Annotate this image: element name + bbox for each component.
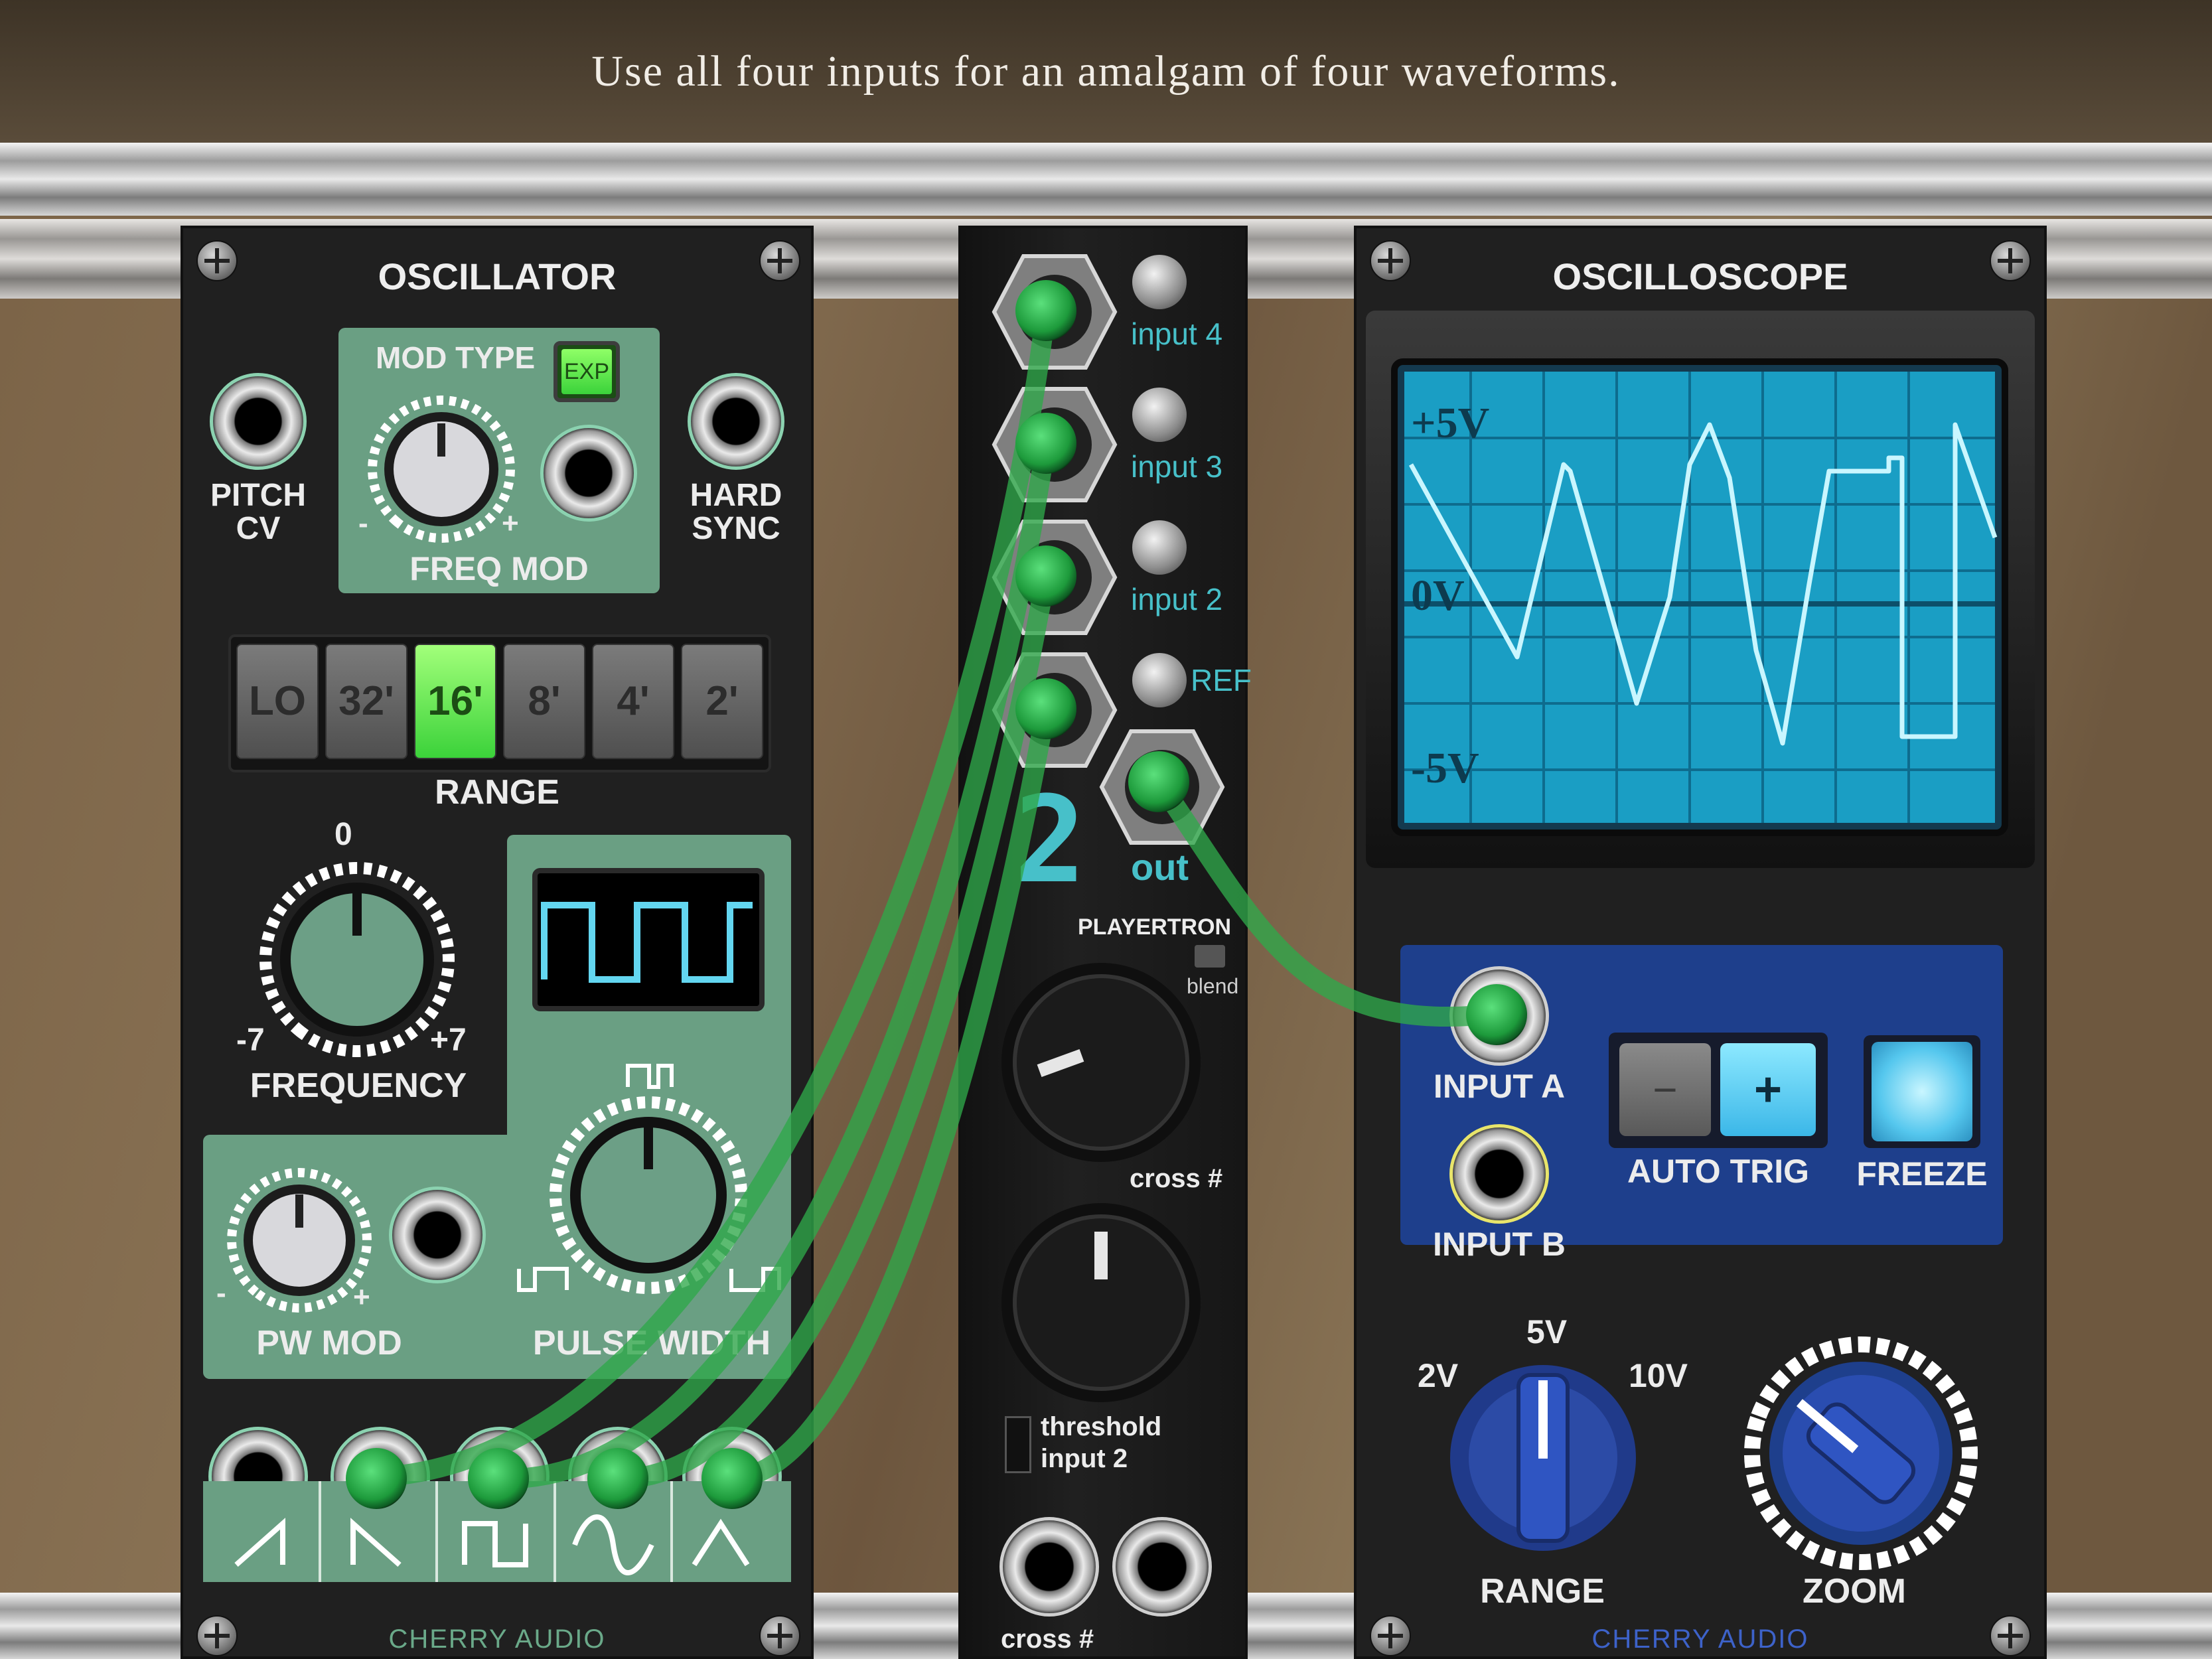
freeze-label: FREEZE [1856, 1155, 1988, 1192]
playertron-module: input 4 input 3 input 2 REF out 2 PLAYER… [958, 226, 1252, 1659]
zoom-knob[interactable] [1741, 1334, 1980, 1573]
module-title: OSCILLOSCOPE [1552, 255, 1848, 297]
input-3-label: input 3 [1131, 449, 1223, 484]
frequency-label: FREQUENCY [250, 1066, 467, 1105]
pitch-cv-jack[interactable] [210, 373, 307, 470]
cable-plug[interactable] [1128, 751, 1189, 812]
threshold-switch[interactable] [1005, 1416, 1031, 1473]
scope-label-minus5v: -5V [1411, 744, 1479, 792]
freq-mod-plus: + [502, 507, 519, 540]
input-4-label: input 4 [1131, 317, 1223, 351]
brand-label: CHERRY AUDIO [388, 1624, 606, 1654]
oscillator-module: OSCILLATOR PITCH CV MOD TYPE EXP - + FREQ… [181, 226, 814, 1659]
waveform-display [532, 868, 765, 1011]
scope-screen: +5V 0V -5V [1391, 358, 2008, 836]
mod-type-label: MOD TYPE [376, 340, 536, 375]
range-tick-2v: 2V [1418, 1357, 1459, 1394]
input-3-trim-knob[interactable] [1132, 388, 1187, 442]
input-b-jack[interactable] [1449, 1124, 1549, 1224]
out-label: out [1131, 846, 1189, 888]
pw-mod-plus: + [353, 1281, 370, 1313]
wide-pulse-left-icon [517, 1267, 569, 1292]
digit-display: 2 [1014, 771, 1086, 910]
caption-text: Use all four inputs for an amalgam of fo… [591, 47, 1621, 96]
cable-plug[interactable] [1015, 678, 1076, 739]
freq-mod-jack[interactable] [540, 425, 637, 522]
frequency-zero-label: 0 [334, 817, 352, 852]
hard-sync-jack[interactable] [688, 373, 784, 470]
threshold-label: threshold input 2 [1041, 1412, 1162, 1473]
input-2-label: input 2 [1131, 582, 1223, 616]
input-4-trim-knob[interactable] [1132, 255, 1187, 309]
playertron-brand: PLAYERTRON [1078, 914, 1232, 940]
input-2-trim-knob[interactable] [1132, 520, 1187, 575]
pulse-width-label: PULSE WIDTH [532, 1324, 771, 1362]
pw-mod-minus: - [216, 1277, 226, 1309]
range-2-button[interactable]: 2' [681, 644, 763, 759]
bottom-cross-label: cross # [1001, 1624, 1094, 1654]
cross-jack-left[interactable] [999, 1517, 1099, 1617]
cross-label: cross # [1130, 1164, 1223, 1193]
freeze-button[interactable] [1872, 1042, 1972, 1141]
input-a-label: INPUT A [1433, 1068, 1566, 1105]
cable-plug[interactable] [468, 1448, 529, 1509]
cable-plug[interactable] [587, 1448, 648, 1509]
range-4-button[interactable]: 4' [592, 644, 674, 759]
trigger-plus-button[interactable]: + [1720, 1043, 1816, 1136]
ref-label: REF [1191, 663, 1252, 697]
cable-plug[interactable] [1015, 280, 1076, 341]
freq-mod-minus: - [358, 507, 368, 540]
auto-trig-label: AUTO TRIG [1627, 1153, 1810, 1190]
brand-label: CHERRY AUDIO [1591, 1624, 1809, 1654]
range-label: RANGE [1480, 1572, 1605, 1611]
ref-trim-knob[interactable] [1132, 653, 1187, 707]
hard-sync-label: HARD SYNC [690, 478, 782, 546]
pitch-cv-label: PITCH CV [210, 478, 306, 546]
cable-plug[interactable] [701, 1448, 763, 1509]
input-b-label: INPUT B [1433, 1226, 1566, 1263]
frequency-knob[interactable] [258, 860, 457, 1059]
cross-knob[interactable] [998, 960, 1204, 1165]
zoom-label: ZOOM [1803, 1572, 1906, 1611]
range-16-button[interactable]: 16' [414, 644, 496, 759]
blend-label: blend [1187, 974, 1239, 998]
exp-button[interactable]: EXP [553, 341, 620, 402]
pw-mod-knob[interactable] [227, 1168, 372, 1313]
frequency-max-label: +7 [430, 1023, 467, 1058]
range-8-button[interactable]: 8' [503, 644, 585, 759]
freq-mod-knob[interactable] [368, 396, 515, 543]
range-32-button[interactable]: 32' [325, 644, 407, 759]
pw-mod-jack[interactable] [389, 1187, 486, 1283]
blend-switch[interactable] [1195, 945, 1225, 968]
range-tick-5v: 5V [1526, 1313, 1568, 1350]
range-knob[interactable] [1447, 1362, 1639, 1554]
cable-plug[interactable] [1015, 545, 1076, 607]
cross-jack-right[interactable] [1112, 1517, 1212, 1617]
trigger-minus-button[interactable]: − [1619, 1043, 1711, 1136]
narrow-pulse-icon [626, 1064, 674, 1089]
range-tick-10v: 10V [1629, 1357, 1688, 1394]
pulse-width-knob[interactable] [546, 1092, 751, 1298]
module-title: OSCILLATOR [378, 255, 617, 297]
range-lo-button[interactable]: LO [236, 644, 319, 759]
threshold-knob[interactable] [998, 1200, 1204, 1406]
square-wave-icon [541, 902, 753, 983]
scope-label-0v: 0V [1411, 571, 1465, 620]
wide-pulse-right-icon [729, 1267, 781, 1292]
cable-plug[interactable] [346, 1448, 407, 1509]
range-label: RANGE [435, 773, 559, 812]
freq-mod-label: FREQ MOD [409, 550, 589, 587]
frequency-min-label: -7 [236, 1023, 265, 1058]
cable-plug[interactable] [1466, 984, 1527, 1045]
exp-label: EXP [561, 349, 612, 394]
pw-mod-label: PW MOD [256, 1324, 402, 1362]
cable-plug[interactable] [1015, 413, 1076, 474]
scope-label-plus5v: +5V [1411, 399, 1490, 447]
oscilloscope-module: OSCILLOSCOPE +5V 0V -5V INPUT A INPUT B … [1354, 226, 2047, 1659]
